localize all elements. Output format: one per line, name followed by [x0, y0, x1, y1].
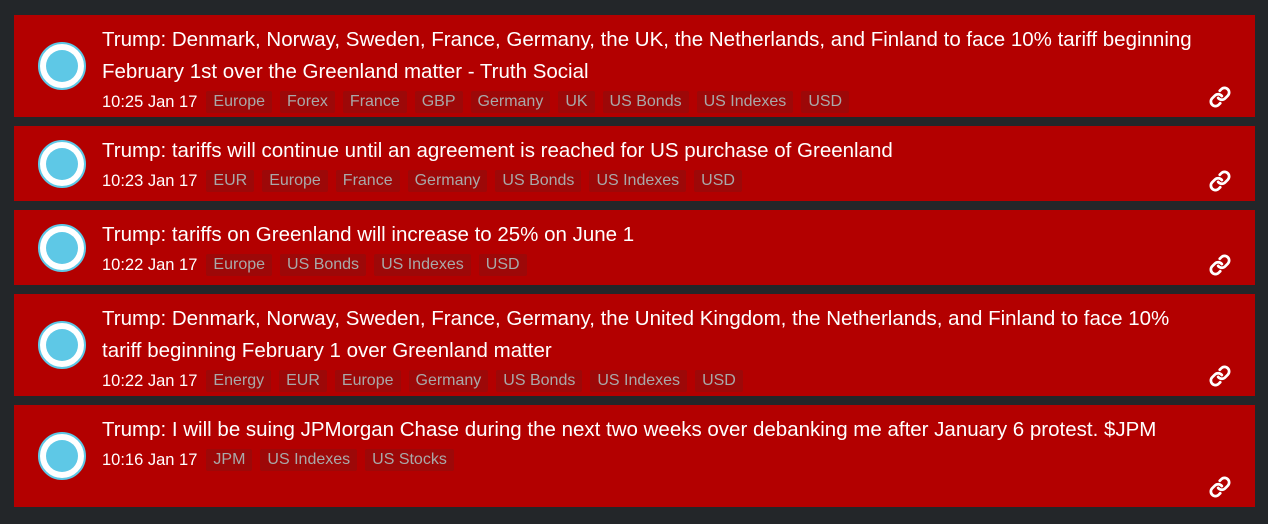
news-meta: 10:23 Jan 17 EUR Europe France Germany U… [102, 169, 1195, 193]
circle-indicator-icon [38, 223, 86, 272]
news-tag[interactable]: US Bonds [495, 170, 582, 192]
news-tag[interactable]: US Indexes [589, 170, 687, 192]
news-meta: 10:25 Jan 17 Europe Forex France GBP Ger… [102, 90, 1195, 114]
news-tag[interactable]: US Stocks [365, 449, 454, 471]
news-feed: Trump: Denmark, Norway, Sweden, France, … [0, 0, 1268, 524]
news-tag[interactable]: JPM [206, 449, 253, 471]
news-timestamp: 10:22 Jan 17 [102, 255, 198, 274]
news-headline[interactable]: Trump: tariffs on Greenland will increas… [102, 219, 1195, 251]
news-timestamp: 10:16 Jan 17 [102, 450, 198, 469]
news-timestamp: 10:23 Jan 17 [102, 171, 198, 190]
circle-indicator-icon [38, 42, 86, 90]
news-timestamp: 10:22 Jan 17 [102, 371, 198, 390]
news-tag[interactable]: US Indexes [260, 449, 358, 471]
news-item[interactable]: Trump: tariffs will continue until an ag… [14, 126, 1255, 201]
news-headline[interactable]: Trump: tariffs will continue until an ag… [102, 135, 1195, 167]
news-item-body: Trump: Denmark, Norway, Sweden, France, … [102, 24, 1195, 114]
news-meta: 10:22 Jan 17 Europe US Bonds US Indexes … [102, 253, 1195, 277]
news-item[interactable]: Trump: Denmark, Norway, Sweden, France, … [14, 294, 1255, 396]
news-item-body: Trump: Denmark, Norway, Sweden, France, … [102, 303, 1195, 393]
news-tag[interactable]: US Indexes [374, 254, 471, 276]
news-tag[interactable]: US Bonds [496, 370, 583, 392]
news-tag[interactable]: Germany [408, 370, 489, 392]
circle-indicator-icon [38, 321, 86, 369]
news-item-body: Trump: I will be suing JPMorgan Chase du… [102, 414, 1195, 472]
news-tag[interactable]: Forex [280, 91, 335, 113]
news-tag[interactable]: US Bonds [602, 91, 689, 113]
news-tag[interactable]: USD [801, 91, 850, 113]
news-item-body: Trump: tariffs will continue until an ag… [102, 135, 1195, 193]
news-tag[interactable]: US Bonds [280, 254, 367, 276]
news-tag[interactable]: USD [694, 170, 742, 192]
link-icon[interactable] [1209, 476, 1231, 498]
news-item[interactable]: Trump: I will be suing JPMorgan Chase du… [14, 405, 1255, 507]
link-icon[interactable] [1209, 170, 1231, 192]
news-headline[interactable]: Trump: Denmark, Norway, Sweden, France, … [102, 24, 1195, 88]
news-tag[interactable]: Europe [262, 170, 328, 192]
news-tag[interactable]: Germany [470, 91, 551, 113]
circle-indicator-icon [38, 139, 86, 188]
news-tag[interactable]: UK [558, 91, 595, 113]
circle-indicator-icon [38, 432, 86, 480]
news-timestamp: 10:25 Jan 17 [102, 92, 198, 111]
news-tag[interactable]: Europe [206, 254, 273, 276]
news-tag[interactable]: Europe [206, 91, 273, 113]
news-meta: 10:22 Jan 17 Energy EUR Europe Germany U… [102, 369, 1195, 393]
news-tag[interactable]: EUR [206, 170, 255, 192]
news-item-body: Trump: tariffs on Greenland will increas… [102, 219, 1195, 277]
link-icon[interactable] [1209, 86, 1231, 108]
news-meta: 10:16 Jan 17 JPM US Indexes US Stocks [102, 448, 1195, 472]
news-tag[interactable]: GBP [414, 91, 463, 113]
news-item[interactable]: Trump: tariffs on Greenland will increas… [14, 210, 1255, 285]
news-item[interactable]: Trump: Denmark, Norway, Sweden, France, … [14, 15, 1255, 117]
news-tag[interactable]: France [335, 170, 400, 192]
link-icon[interactable] [1209, 365, 1231, 387]
news-tag[interactable]: EUR [279, 370, 327, 392]
news-tag[interactable]: Energy [206, 370, 272, 392]
news-tag[interactable]: US Indexes [590, 370, 688, 392]
news-tag[interactable]: Europe [334, 370, 401, 392]
news-tag[interactable]: USD [695, 370, 743, 392]
news-tag[interactable]: US Indexes [696, 91, 794, 113]
link-icon[interactable] [1209, 254, 1231, 276]
news-headline[interactable]: Trump: Denmark, Norway, Sweden, France, … [102, 303, 1195, 367]
news-tag[interactable]: USD [478, 254, 527, 276]
news-tag[interactable]: Germany [407, 170, 488, 192]
news-headline[interactable]: Trump: I will be suing JPMorgan Chase du… [102, 414, 1195, 446]
news-tag[interactable]: France [342, 91, 407, 113]
